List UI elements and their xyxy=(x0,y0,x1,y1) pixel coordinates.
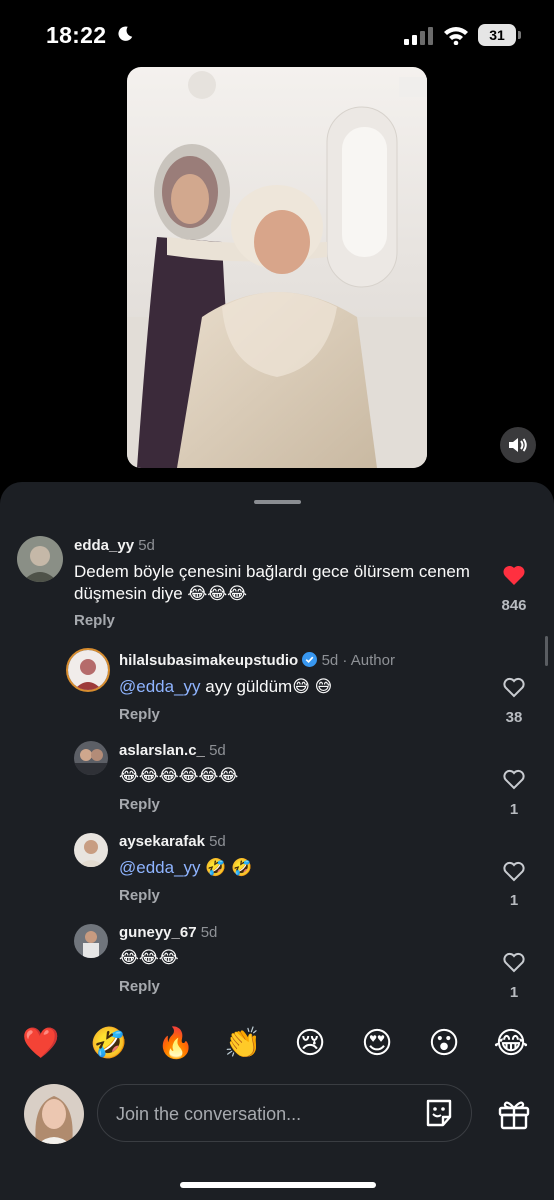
comment-body: ayy güldüm xyxy=(205,677,293,696)
gift-icon[interactable] xyxy=(497,1098,531,1130)
like-count: 1 xyxy=(509,892,519,909)
cellular-signal-icon xyxy=(404,27,433,45)
comment-emojis: 😅 😅 xyxy=(292,677,333,696)
avatar[interactable] xyxy=(66,648,110,692)
like-count: 846 xyxy=(501,597,527,614)
mention-link[interactable]: @edda_yy xyxy=(119,677,201,696)
comment-age: 5d xyxy=(209,833,226,850)
quick-reaction-heart-eyes[interactable]: 😍 xyxy=(357,1026,397,1061)
video-frame-image xyxy=(127,67,427,468)
avatar[interactable] xyxy=(74,924,108,958)
username-text[interactable]: guneyy_67 xyxy=(119,924,197,941)
video-preview[interactable] xyxy=(127,67,427,468)
avatar[interactable] xyxy=(74,741,108,775)
reply-button[interactable]: Reply xyxy=(119,978,160,995)
heart-icon[interactable] xyxy=(502,676,526,698)
comment-username[interactable]: guneyy_67 5d xyxy=(119,924,217,941)
comment-username[interactable]: aslarslan.c_ 5d xyxy=(119,742,226,759)
reply-button[interactable]: Reply xyxy=(74,612,115,629)
comment-emojis: 😂😂😂 xyxy=(119,948,179,967)
username-text[interactable]: hilalsubasimakeupstudio xyxy=(119,652,298,669)
battery-icon: 31 xyxy=(478,24,516,46)
comment-text: @edda_yy 🤣 🤣 xyxy=(119,857,252,879)
quick-reaction-wow[interactable]: 😮 xyxy=(424,1026,464,1061)
quick-reaction-fire[interactable]: 🔥 xyxy=(156,1026,196,1061)
comments-scrollbar[interactable] xyxy=(545,636,548,666)
reply-button[interactable]: Reply xyxy=(119,706,160,723)
author-tag: Author xyxy=(350,652,395,669)
moon-icon xyxy=(118,26,133,41)
comment-age: 5d xyxy=(138,537,155,554)
like-count: 1 xyxy=(509,801,519,818)
comment-text: Dedem böyle çenesini bağlardı gece ölürs… xyxy=(74,561,474,605)
comment-text: 😂😂😂😂😂😂 xyxy=(119,765,238,787)
status-time: 18:22 xyxy=(46,22,107,48)
comment-age: 5d xyxy=(200,924,218,941)
mention-link[interactable]: @edda_yy xyxy=(119,858,201,877)
comment-username[interactable]: aysekarafak 5d xyxy=(119,833,226,850)
current-user-avatar[interactable] xyxy=(24,1084,84,1144)
quick-reaction-sad[interactable]: 😢 xyxy=(290,1026,330,1061)
like-count: 1 xyxy=(509,984,519,1001)
wifi-icon xyxy=(444,27,468,45)
comment-text: 😂😂😂 xyxy=(119,947,179,969)
quick-reaction-clap[interactable]: 👏 xyxy=(223,1026,263,1061)
reply-button[interactable]: Reply xyxy=(119,796,160,813)
comment-age: 5d xyxy=(209,742,226,759)
like-count: 38 xyxy=(505,709,523,726)
battery-nub xyxy=(518,31,521,39)
verified-badge-icon xyxy=(302,652,318,667)
comment-text: @edda_yy ayy güldüm😅 😅 xyxy=(119,676,332,698)
comment-emojis: 🤣 🤣 xyxy=(205,858,253,877)
sheet-drag-handle[interactable] xyxy=(254,500,301,504)
speaker-icon xyxy=(509,438,527,452)
quick-reaction-joy[interactable]: 😂 xyxy=(491,1026,531,1061)
home-indicator[interactable] xyxy=(180,1182,376,1188)
heart-icon[interactable] xyxy=(502,860,526,882)
status-bar: 18:22 31 xyxy=(0,0,554,70)
username-text[interactable]: edda_yy xyxy=(74,537,134,554)
comment-age: 5d xyxy=(321,652,339,669)
quick-reaction-rofl[interactable]: 🤣 xyxy=(89,1026,129,1061)
sticker-icon[interactable] xyxy=(423,1097,455,1129)
comment-emojis: 😂😂😂 xyxy=(187,584,247,603)
comment-body: Dedem böyle çenesini bağlardı gece ölürs… xyxy=(74,562,470,603)
quick-reactions-bar xyxy=(0,1018,554,1076)
comment-username[interactable]: edda_yy 5d xyxy=(74,537,155,554)
heart-icon[interactable] xyxy=(502,768,526,790)
comment-emojis: 😂😂😂😂😂😂 xyxy=(119,766,239,785)
avatar[interactable] xyxy=(74,833,108,867)
meta-separator: · xyxy=(338,652,351,669)
username-text[interactable]: aysekarafak xyxy=(119,833,205,850)
reply-button[interactable]: Reply xyxy=(119,887,160,904)
comment-username[interactable]: hilalsubasimakeupstudio 5d · Author xyxy=(119,652,395,669)
username-text[interactable]: aslarslan.c_ xyxy=(119,742,205,759)
heart-icon[interactable] xyxy=(502,951,526,973)
heart-icon[interactable] xyxy=(502,564,526,586)
comment-input-placeholder[interactable]: Join the conversation... xyxy=(116,1104,301,1125)
mute-toggle-button[interactable] xyxy=(500,427,536,463)
avatar[interactable] xyxy=(17,536,63,582)
quick-reaction-heart[interactable]: ❤️ xyxy=(21,1026,61,1061)
